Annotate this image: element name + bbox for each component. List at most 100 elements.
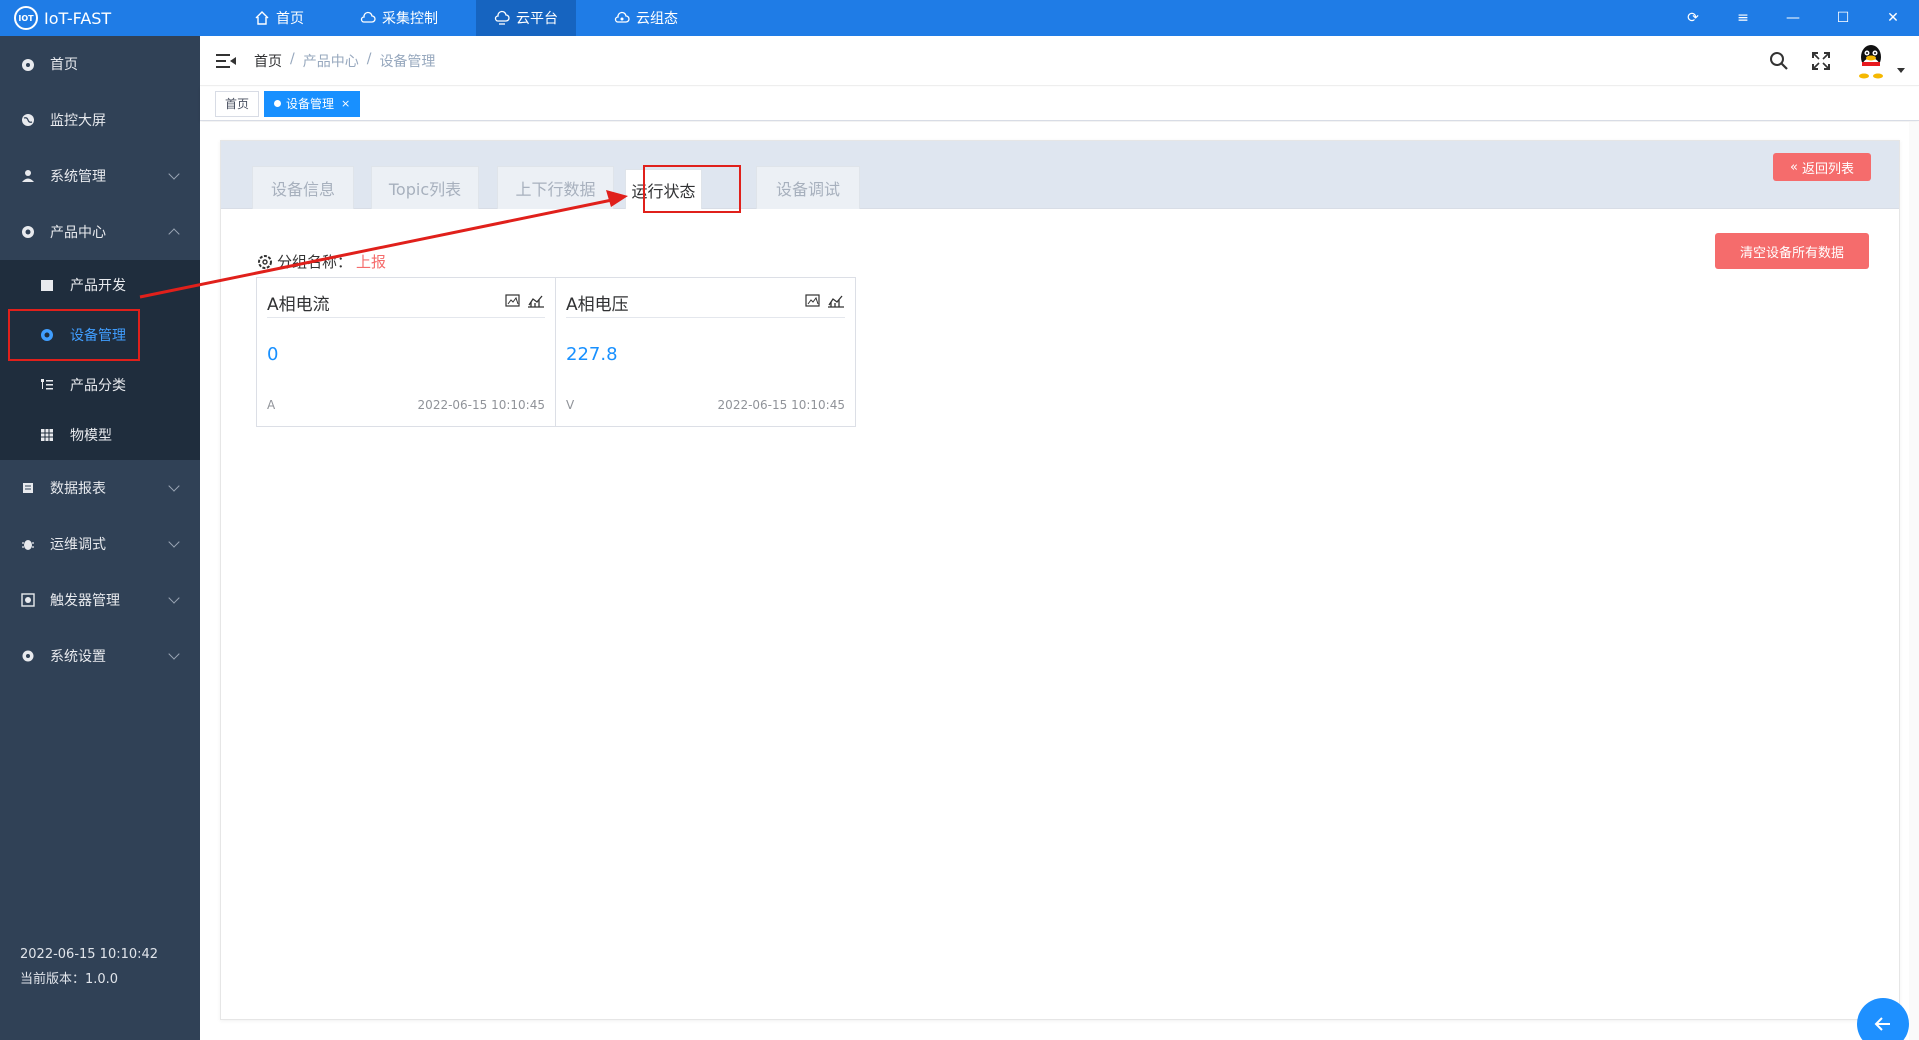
avatar[interactable] bbox=[1853, 43, 1889, 79]
hamburger-icon[interactable] bbox=[216, 53, 236, 68]
penguin-avatar-icon bbox=[1859, 45, 1883, 79]
top-nav: 首页 采集控制 云平台 云组态 bbox=[236, 0, 716, 36]
header-bar: 首页 / 产品中心 / 设备管理 bbox=[200, 36, 1919, 86]
menu-icon[interactable]: ≡ bbox=[1725, 10, 1761, 26]
chevron-up-icon bbox=[168, 228, 180, 240]
back-float-button[interactable] bbox=[1857, 998, 1909, 1040]
active-dot-icon bbox=[274, 100, 282, 107]
tab-device-debug[interactable]: 设备调试 bbox=[756, 166, 860, 209]
sidebar-item-label: 产品分类 bbox=[70, 378, 126, 394]
home-icon bbox=[255, 11, 269, 25]
sidebar-item-thing-model[interactable]: 物模型 bbox=[0, 410, 200, 460]
group-name-value: 上报 bbox=[356, 253, 387, 271]
image-icon[interactable] bbox=[805, 294, 821, 308]
tag-device-mgmt[interactable]: 设备管理 × bbox=[264, 90, 361, 117]
sidebar-item-label: 物模型 bbox=[70, 428, 112, 444]
metric-title: A相电压 bbox=[566, 290, 845, 318]
chevron-down-icon bbox=[168, 536, 180, 548]
sidebar-item-label: 系统设置 bbox=[50, 649, 106, 665]
sidebar-item-label: 触发器管理 bbox=[50, 593, 120, 609]
metric-unit: V bbox=[566, 398, 575, 412]
user-icon bbox=[20, 168, 36, 184]
breadcrumb-separator: / bbox=[366, 50, 372, 67]
search-icon[interactable] bbox=[1769, 51, 1789, 71]
close-icon[interactable]: ✕ bbox=[1875, 10, 1911, 26]
sidebar-item-label: 产品开发 bbox=[70, 278, 126, 294]
arrow-left-icon bbox=[1874, 1017, 1890, 1031]
line-chart-icon[interactable] bbox=[527, 294, 545, 308]
back-to-list-button[interactable]: « 返回列表 bbox=[1773, 153, 1871, 181]
breadcrumb-home[interactable]: 首页 bbox=[254, 51, 282, 71]
maximize-icon[interactable]: ☐ bbox=[1825, 10, 1861, 26]
gear-icon bbox=[258, 254, 272, 269]
line-chart-icon[interactable] bbox=[827, 294, 845, 308]
folder-icon bbox=[41, 280, 53, 291]
top-nav-label: 云平台 bbox=[516, 11, 558, 27]
tag-close-icon[interactable]: × bbox=[341, 97, 350, 110]
main-content: 设备信息 Topic列表 上下行数据 运行状态 设备调试 « 返回列表 清空设备… bbox=[200, 122, 1919, 1040]
chevron-down-icon bbox=[168, 592, 180, 604]
double-left-icon: « bbox=[1790, 159, 1798, 175]
sidebar-item-trigger-mgmt[interactable]: 触发器管理 bbox=[0, 572, 200, 628]
sidebar-item-product-dev[interactable]: 产品开发 bbox=[0, 260, 200, 310]
globe-icon bbox=[20, 112, 36, 128]
top-nav-label: 云组态 bbox=[636, 11, 678, 27]
metric-card: A相电流 0 A 2022-06-15 10:10:45 bbox=[257, 278, 556, 426]
minimize-icon[interactable]: — bbox=[1775, 10, 1811, 26]
group-name-label: 分组名称： bbox=[277, 253, 353, 271]
clear-all-data-button[interactable]: 清空设备所有数据 bbox=[1715, 233, 1869, 269]
tag-home[interactable]: 首页 bbox=[215, 90, 260, 117]
metric-value: 227.8 bbox=[566, 344, 618, 365]
caret-down-icon[interactable] bbox=[1897, 67, 1905, 73]
sidebar-item-ops-debug[interactable]: 运维调式 bbox=[0, 516, 200, 572]
title-bar: IOT IoT-FAST 首页 采集控制 云平台 云组态 ⟳ ≡ — ☐ ✕ bbox=[0, 0, 1919, 36]
image-icon[interactable] bbox=[505, 294, 521, 308]
metrics-grid: A相电流 0 A 2022-06-15 10:10:45 A相电压 227.8 … bbox=[256, 277, 856, 427]
breadcrumb: 首页 / 产品中心 / 设备管理 bbox=[254, 51, 435, 71]
sidebar-item-reports[interactable]: 数据报表 bbox=[0, 460, 200, 516]
dashboard-icon bbox=[20, 56, 36, 72]
sidebar-item-home[interactable]: 首页 bbox=[0, 36, 200, 92]
metric-unit: A bbox=[267, 398, 276, 412]
version-text: 当前版本：1.0.0 bbox=[20, 972, 119, 987]
chevron-down-icon bbox=[168, 648, 180, 660]
sidebar-item-settings[interactable]: 系统设置 bbox=[0, 628, 200, 684]
sidebar-item-monitor[interactable]: 监控大屏 bbox=[0, 92, 200, 148]
sidebar-item-product-center[interactable]: 产品中心 bbox=[0, 204, 200, 260]
cloud-icon bbox=[360, 11, 376, 23]
fullscreen-icon[interactable] bbox=[1811, 51, 1831, 71]
top-nav-cloud-platform[interactable]: 云平台 bbox=[476, 0, 576, 36]
cloud-platform-icon bbox=[494, 10, 510, 25]
scrollbar[interactable] bbox=[1909, 122, 1919, 1040]
trigger-icon bbox=[20, 592, 36, 608]
top-nav-label: 采集控制 bbox=[382, 11, 438, 27]
sidebar-item-label: 运维调式 bbox=[50, 537, 106, 553]
chevron-down-icon bbox=[168, 168, 180, 180]
metric-value: 0 bbox=[267, 344, 279, 365]
sidebar-item-system-mgmt[interactable]: 系统管理 bbox=[0, 148, 200, 204]
top-nav-label: 首页 bbox=[276, 11, 304, 27]
grid-icon bbox=[41, 429, 53, 441]
sidebar-item-product-category[interactable]: 产品分类 bbox=[0, 360, 200, 410]
sidebar-item-label: 数据报表 bbox=[50, 481, 106, 497]
breadcrumb-separator: / bbox=[290, 50, 295, 67]
metric-timestamp: 2022-06-15 10:10:45 bbox=[417, 398, 545, 412]
tab-device-info[interactable]: 设备信息 bbox=[252, 166, 354, 209]
tree-list-icon bbox=[41, 379, 53, 390]
top-nav-collect[interactable]: 采集控制 bbox=[342, 0, 456, 36]
top-nav-cloud-config[interactable]: 云组态 bbox=[596, 0, 696, 36]
window-controls: ⟳ ≡ — ☐ ✕ bbox=[1661, 0, 1911, 36]
tab-topic-list[interactable]: Topic列表 bbox=[371, 166, 479, 209]
tabs-header: 设备信息 Topic列表 上下行数据 运行状态 设备调试 « 返回列表 bbox=[221, 141, 1899, 209]
app-logo: IOT IoT-FAST bbox=[0, 6, 228, 30]
app-title: IoT-FAST bbox=[44, 8, 112, 28]
top-nav-home[interactable]: 首页 bbox=[236, 0, 322, 36]
gear-icon bbox=[20, 648, 36, 664]
tab-updown-data[interactable]: 上下行数据 bbox=[497, 166, 614, 209]
current-time: 2022-06-15 10:10:42 bbox=[20, 947, 159, 962]
sidebar-item-label: 系统管理 bbox=[50, 169, 106, 185]
tag-label: 设备管理 bbox=[286, 97, 335, 111]
metric-timestamp: 2022-06-15 10:10:45 bbox=[717, 398, 845, 412]
sidebar-item-label: 产品中心 bbox=[50, 225, 106, 241]
refresh-icon[interactable]: ⟳ bbox=[1675, 10, 1711, 26]
